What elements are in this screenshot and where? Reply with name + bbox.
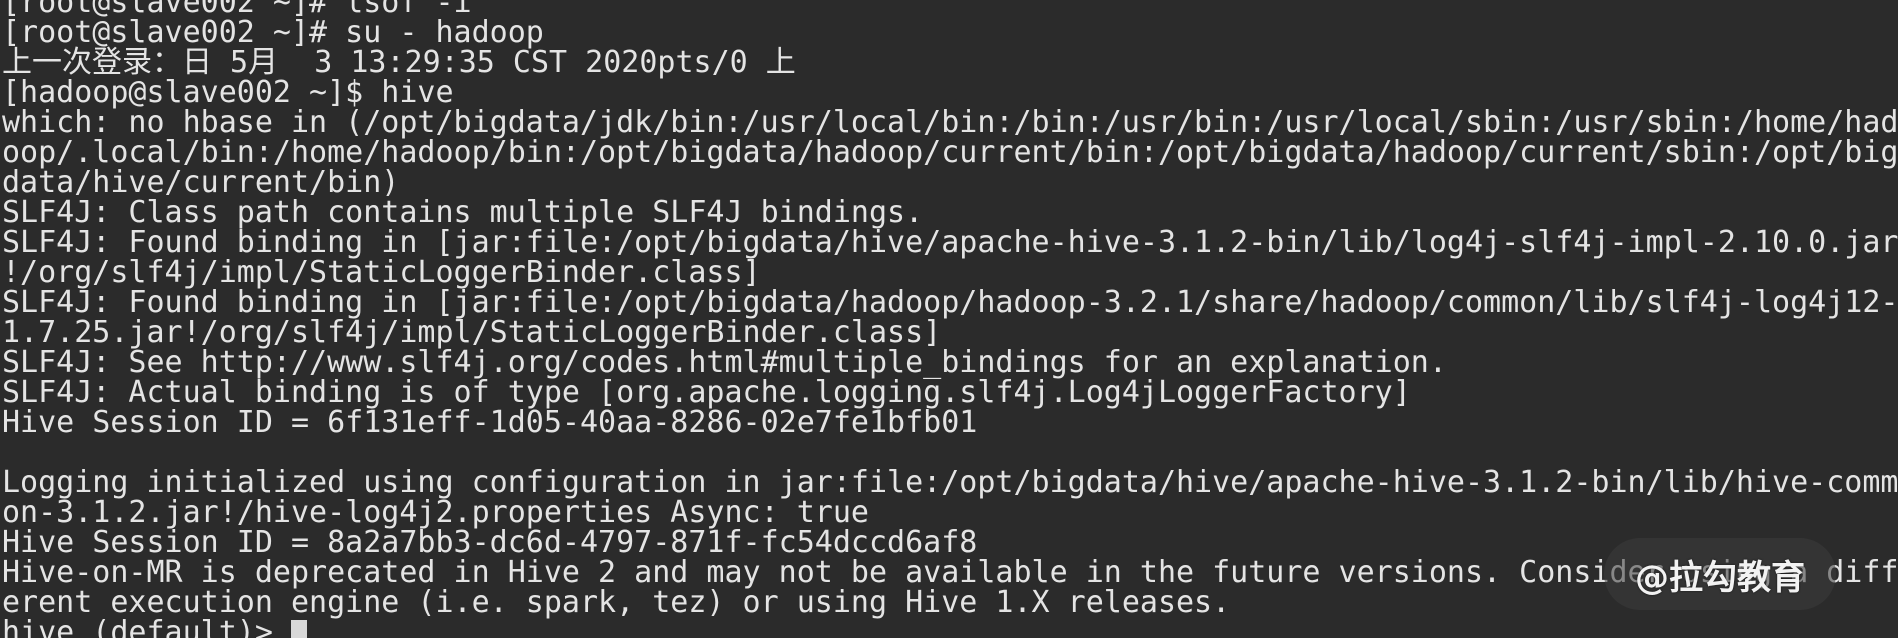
terminal-line: [root@slave002 ~]# su - hadoop — [2, 15, 544, 50]
text-cursor — [290, 620, 307, 638]
terminal-window[interactable]: [root@slave002 ~]# lsof -i [root@slave00… — [0, 0, 1898, 638]
terminal-line: on-3.1.2.jar!/hive-log4j2.properties Asy… — [2, 495, 869, 530]
terminal-line: SLF4J: See http://www.slf4j.org/codes.ht… — [2, 345, 1447, 380]
terminal-line: !/org/slf4j/impl/StaticLoggerBinder.clas… — [2, 255, 761, 290]
terminal-line: Logging initialized using configuration … — [2, 465, 1898, 500]
terminal-line: SLF4J: Actual binding is of type [org.ap… — [2, 375, 1411, 410]
terminal-line: oop/.local/bin:/home/hadoop/bin:/opt/big… — [2, 135, 1898, 170]
terminal-line: 上一次登录：日 5月 3 13:29:35 CST 2020pts/0 上 — [2, 45, 796, 80]
terminal-line: SLF4J: Found binding in [jar:file:/opt/b… — [2, 225, 1898, 260]
terminal-line: data/hive/current/bin) — [2, 165, 400, 200]
terminal-line: SLF4J: Found binding in [jar:file:/opt/b… — [2, 285, 1898, 320]
terminal-line: which: no hbase in (/opt/bigdata/jdk/bin… — [2, 105, 1898, 140]
terminal-line: 1.7.25.jar!/org/slf4j/impl/StaticLoggerB… — [2, 315, 942, 350]
terminal-line: Hive Session ID = 6f131eff-1d05-40aa-828… — [2, 405, 978, 440]
terminal-output: [root@slave002 ~]# lsof -i [root@slave00… — [2, 0, 1898, 638]
watermark-badge: @拉勾教育 — [1604, 538, 1836, 610]
hive-prompt: hive (default)> — [2, 615, 291, 638]
watermark-text: @拉勾教育 — [1635, 557, 1805, 598]
hive-prompt-line[interactable]: hive (default)> — [2, 618, 1896, 638]
terminal-line: [hadoop@slave002 ~]$ hive — [2, 75, 454, 110]
terminal-line: SLF4J: Class path contains multiple SLF4… — [2, 195, 924, 230]
